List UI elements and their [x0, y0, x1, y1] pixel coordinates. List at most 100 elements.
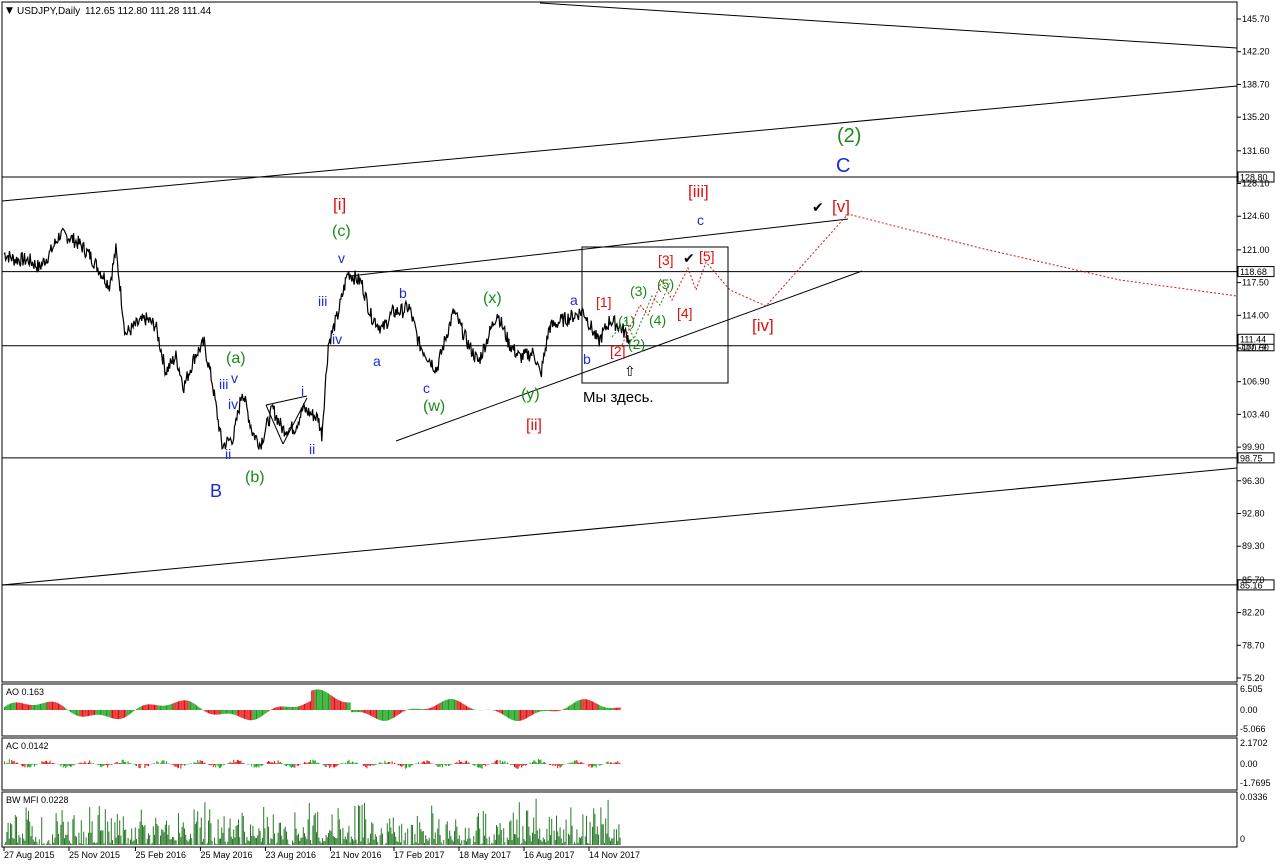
indicator-bar: [107, 764, 109, 768]
indicator-bar: [218, 710, 220, 715]
indicator-bar: [41, 761, 43, 764]
wave-label: [v]: [832, 197, 850, 216]
indicator-bar: [110, 818, 112, 845]
indicator-bar: [548, 710, 550, 712]
indicator-bar: [112, 710, 113, 719]
indicator-bar: [34, 704, 35, 710]
indicator-bar: [414, 833, 416, 845]
indicator-bar: [590, 764, 592, 768]
indicator-bar: [512, 710, 514, 721]
indicator-bar: [397, 764, 399, 766]
indicator-bar: [400, 764, 401, 766]
indicator-bar: [35, 704, 37, 710]
indicator-bar: [534, 833, 536, 845]
indicator-bar: [550, 764, 551, 765]
indicator-bar: [5, 841, 7, 845]
chart-canvas[interactable]: ▼ USDJPY,Daily 112.65 112.80 111.28 111.…: [0, 0, 1276, 866]
indicator-bar: [48, 840, 50, 845]
trendline-channel-bottom[interactable]: [1, 467, 1238, 586]
price-tick-label: 92.80: [1242, 508, 1265, 518]
indicator-bar: [41, 703, 43, 710]
indicator-bar: [594, 764, 596, 766]
wave-label: ii: [225, 446, 231, 462]
indicator-bar: [146, 704, 148, 710]
indicator-bar: [362, 837, 364, 845]
collapse-icon[interactable]: ▼: [6, 6, 13, 16]
indicator-bar: [62, 706, 64, 710]
indicator-bar: [26, 819, 28, 845]
trendlines[interactable]: [1, 2, 1238, 586]
indicator-bar: [438, 703, 440, 710]
indicator-bar: [241, 812, 243, 845]
indicator-bar: [503, 710, 505, 716]
indicator-bar: [440, 842, 442, 845]
trendline-rising-support[interactable]: [395, 270, 863, 442]
indicator-bar: [556, 815, 557, 845]
indicator-bar: [191, 838, 193, 845]
indicator-bar: [205, 710, 207, 713]
indicator-bar: [462, 762, 464, 764]
indicator-tick-label: 0.00: [1240, 705, 1258, 715]
trendline-channel-top[interactable]: [1, 85, 1238, 202]
indicator-bar: [157, 705, 159, 710]
indicator-bar: [518, 802, 520, 845]
indicator-bar: [34, 764, 35, 767]
indicator-bar: [412, 708, 413, 710]
indicator-bar: [300, 837, 302, 845]
indicator-bar: [535, 798, 537, 845]
indicator-bar: [98, 764, 100, 765]
indicator-bar: [109, 842, 111, 845]
indicator-bar: [563, 829, 565, 845]
indicator-bar: [540, 710, 542, 712]
indicator-bar: [23, 764, 25, 767]
indicator-bar: [592, 826, 593, 845]
indicator-bar: [253, 764, 255, 768]
indicator-bar: [35, 764, 37, 765]
indicator-bar: [518, 764, 520, 767]
indicator-bar: [547, 710, 549, 711]
indicator-bar: [200, 817, 202, 845]
indicator-bar: [224, 710, 226, 714]
indicator-bar: [503, 828, 505, 845]
indicator-bar: [86, 710, 88, 717]
indicator-bar: [480, 844, 482, 845]
indicator-bar: [404, 764, 406, 769]
indicator-bar: [88, 710, 89, 717]
indicator-bar: [190, 763, 191, 764]
time-axis[interactable]: 27 Aug 2015 25 Nov 2015 25 Feb 2016 25 May …: [3, 847, 640, 860]
indicator-bar: [575, 701, 577, 710]
indicator-bar: [522, 710, 524, 720]
indicator-bar: [24, 764, 26, 768]
indicator-bar: [456, 761, 458, 764]
indicator-bar: [257, 710, 259, 719]
indicator-bar: [413, 843, 415, 845]
wave-label: v: [231, 370, 238, 386]
indicator-bar: [19, 702, 21, 710]
indicator-bar: [510, 710, 512, 720]
indicator-bar: [416, 708, 418, 710]
indicator-bar: [352, 710, 353, 713]
indicator-bar: [602, 824, 604, 845]
indicator-bar: [535, 762, 537, 764]
indicator-bar: [112, 840, 113, 845]
indicator-bar: [175, 764, 177, 767]
indicator-bar: [150, 704, 152, 710]
indicator-bar: [468, 707, 470, 710]
indicator-bar: [370, 710, 371, 716]
indicator-bar: [464, 705, 466, 710]
horizontal-levels[interactable]: 128.80118.68110.7498.7585.16111.44: [2, 171, 1275, 591]
indicator-bar: [108, 764, 110, 766]
indicator-bar: [402, 710, 404, 712]
indicator-bar: [389, 710, 391, 720]
indicator-bar: [228, 710, 230, 714]
indicator-bar: [193, 703, 195, 710]
indicator-bar: [146, 838, 148, 845]
trendline-upper-resistance[interactable]: [539, 2, 1238, 49]
indicator-bar: [36, 764, 38, 765]
indicator-bar: [220, 764, 221, 768]
indicator-bar: [380, 828, 382, 845]
indicator-bar: [341, 701, 343, 710]
indicator-bar: [173, 703, 175, 710]
indicator-bar: [422, 830, 424, 845]
indicator-bar: [212, 764, 214, 768]
